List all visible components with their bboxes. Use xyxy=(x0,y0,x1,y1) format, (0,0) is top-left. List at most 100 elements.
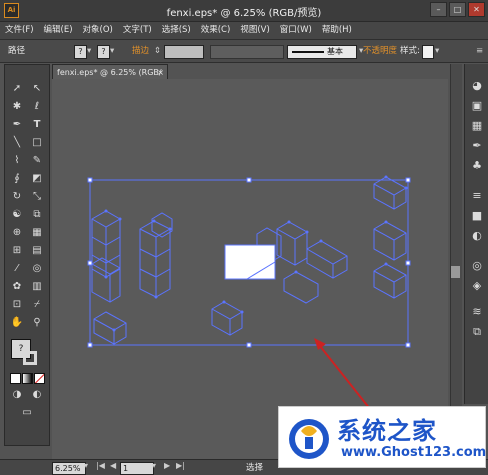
maximize-button[interactable]: □ xyxy=(449,2,466,17)
selection-type-label: 路径 xyxy=(8,46,26,56)
selected-white-rectangle xyxy=(224,244,276,280)
fill-dropdown-icon[interactable]: ▾ xyxy=(87,44,91,58)
draw-inside-icon[interactable]: ◐ xyxy=(28,387,46,403)
anchor-point xyxy=(168,227,172,231)
previous-artboard-icon[interactable]: ◀ xyxy=(110,461,116,470)
blend-icon[interactable]: ◎ xyxy=(28,261,46,277)
rotate-icon[interactable]: ↻ xyxy=(8,189,26,205)
menu-object[interactable]: 对象(O) xyxy=(78,22,118,39)
watermark-url: www.Ghost123.com xyxy=(341,445,487,460)
eyedropper-icon[interactable]: ⁄ xyxy=(8,261,26,277)
fill-stroke-widget[interactable]: ? xyxy=(11,339,43,369)
artboard-canvas[interactable] xyxy=(52,79,448,459)
anchor-point xyxy=(384,175,388,179)
close-tab-icon[interactable]: × xyxy=(157,65,164,80)
gradient-icon[interactable]: ▤ xyxy=(28,243,46,259)
color-button[interactable] xyxy=(10,373,21,384)
menu-effect[interactable]: 效果(C) xyxy=(196,22,236,39)
menu-bar: 文件(F) 编辑(E) 对象(O) 文字(T) 选择(S) 效果(C) 视图(V… xyxy=(0,22,488,40)
swatches-icon[interactable]: ▦ xyxy=(468,118,486,134)
control-bar: 路径 ? ▾ ? ▾ 描边 ⇕ 基本 ▾ 不透明度 样式: ▾ ≡ xyxy=(0,40,488,63)
brushes-icon[interactable]: ✒ xyxy=(468,138,486,154)
stroke-swatch[interactable]: ? xyxy=(97,45,110,59)
anchor-point xyxy=(384,220,388,224)
color-guide-icon[interactable]: ▣ xyxy=(468,98,486,114)
type-icon[interactable]: T xyxy=(28,117,46,133)
menu-select[interactable]: 选择(S) xyxy=(157,22,196,39)
control-bar-menu-icon[interactable]: ≡ xyxy=(476,44,483,58)
blob-brush-icon[interactable]: ∮ xyxy=(8,171,26,187)
brush-definition[interactable]: 基本 xyxy=(287,45,357,59)
pencil-icon[interactable]: ✎ xyxy=(28,153,46,169)
free-transform-icon[interactable]: ⧉ xyxy=(28,207,46,223)
symbols-icon[interactable]: ♣ xyxy=(468,158,486,174)
style-label: 样式: xyxy=(400,46,420,56)
variable-width-profile[interactable] xyxy=(210,45,284,59)
graphic-style-swatch[interactable] xyxy=(422,45,434,59)
lasso-icon[interactable]: ℓ xyxy=(28,99,46,115)
gradient-panel-icon[interactable]: ■ xyxy=(468,208,486,224)
anchor-point xyxy=(104,275,108,279)
draw-mode-icon[interactable]: ◑ xyxy=(8,387,26,403)
last-artboard-icon[interactable]: ▶| xyxy=(176,461,185,470)
line-icon[interactable]: ╲ xyxy=(8,135,26,151)
direct-selection-icon[interactable]: ↖ xyxy=(28,81,46,97)
perspective-icon[interactable]: ▦ xyxy=(28,225,46,241)
layers-icon[interactable]: ≋ xyxy=(468,304,486,320)
transparency-icon[interactable]: ◐ xyxy=(468,228,486,244)
stroke-weight-field[interactable] xyxy=(164,45,204,59)
stroke-indicator[interactable] xyxy=(23,351,37,365)
mesh-icon[interactable]: ⊞ xyxy=(8,243,26,259)
tab-document[interactable]: fenxi.eps* @ 6.25% (RGB/预览) × xyxy=(52,64,168,92)
menu-window[interactable]: 窗口(W) xyxy=(275,22,317,39)
appearance-icon[interactable]: ◎ xyxy=(468,258,486,274)
magic-wand-icon[interactable]: ✱ xyxy=(8,99,26,115)
style-dropdown-icon[interactable]: ▾ xyxy=(435,44,439,58)
menu-edit[interactable]: 编辑(E) xyxy=(39,22,78,39)
color-icon[interactable]: ◕ xyxy=(468,78,486,94)
paintbrush-icon[interactable]: ⌇ xyxy=(8,153,26,169)
anchor-point xyxy=(154,295,158,299)
artboard-dropdown-icon[interactable]: ▾ xyxy=(152,461,156,470)
watermark-text: 系统之家 xyxy=(337,416,437,445)
graph-icon[interactable]: ▥ xyxy=(28,279,46,295)
none-button[interactable] xyxy=(34,373,45,384)
warp-icon[interactable]: ☯ xyxy=(8,207,26,223)
eraser-icon[interactable]: ◩ xyxy=(28,171,46,187)
symbol-sprayer-icon[interactable]: ✿ xyxy=(8,279,26,295)
next-artboard-icon[interactable]: ▶ xyxy=(164,461,170,470)
rectangle-icon[interactable]: □ xyxy=(28,135,46,151)
slice-icon[interactable]: ⌿ xyxy=(28,297,46,313)
artboard-icon[interactable]: ⊡ xyxy=(8,297,26,313)
hand-icon[interactable]: ✋ xyxy=(8,315,26,331)
zoom-dropdown-icon[interactable]: ▾ xyxy=(84,461,88,470)
artboards-icon[interactable]: ⧉ xyxy=(468,324,486,340)
pen-icon[interactable]: ✒ xyxy=(8,117,26,133)
zoom-level-field[interactable]: 6.25% xyxy=(52,462,86,475)
fill-swatch[interactable]: ? xyxy=(74,45,87,59)
menu-file[interactable]: 文件(F) xyxy=(0,22,39,39)
minimize-button[interactable]: – xyxy=(430,2,447,17)
vertical-scrollbar[interactable] xyxy=(450,64,462,459)
stroke-label[interactable]: 描边 xyxy=(132,44,149,58)
first-artboard-icon[interactable]: |◀ xyxy=(96,461,105,470)
stroke-dropdown-icon[interactable]: ▾ xyxy=(110,44,114,58)
stroke-icon[interactable]: ≡ xyxy=(468,188,486,204)
menu-help[interactable]: 帮助(H) xyxy=(317,22,357,39)
shape-builder-icon[interactable]: ⊕ xyxy=(8,225,26,241)
selection-icon[interactable]: ➚ xyxy=(8,81,26,97)
scale-icon[interactable]: ⤡ xyxy=(28,189,46,205)
artboard-number-field[interactable]: 1 xyxy=(120,462,154,475)
menu-type[interactable]: 文字(T) xyxy=(118,22,157,39)
close-button[interactable]: ✕ xyxy=(468,2,485,17)
wireframe-building xyxy=(91,210,121,278)
menu-view[interactable]: 视图(V) xyxy=(235,22,274,39)
screen-mode-icon[interactable]: ▭ xyxy=(18,405,36,421)
zoom-icon[interactable]: ⚲ xyxy=(28,315,46,331)
watermark-logo: 系统之家 www.Ghost123.com xyxy=(278,406,486,468)
scrollbar-thumb[interactable] xyxy=(451,266,460,278)
stroke-weight-stepper-icon[interactable]: ⇕ xyxy=(154,44,161,58)
gradient-button[interactable] xyxy=(22,373,33,384)
graphic-styles-icon[interactable]: ◈ xyxy=(468,278,486,294)
opacity-label[interactable]: 不透明度 xyxy=(363,44,397,58)
